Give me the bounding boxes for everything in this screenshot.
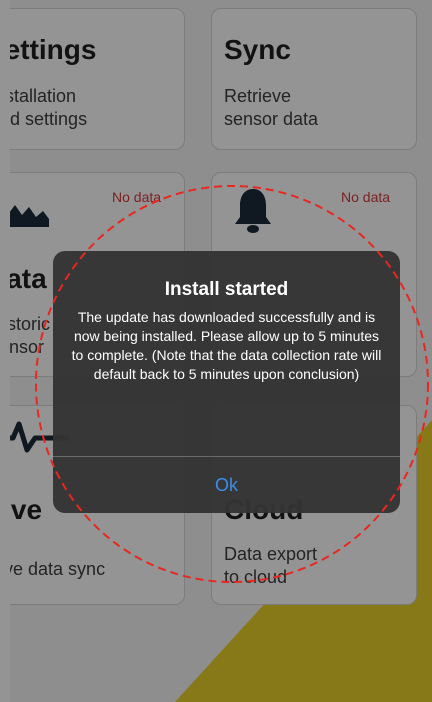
install-started-dialog: Install started The update has downloade…	[53, 251, 400, 513]
ok-button[interactable]: Ok	[53, 457, 400, 513]
dialog-message: The update has downloaded successfully a…	[71, 309, 382, 382]
dialog-title: Install started	[164, 279, 289, 300]
